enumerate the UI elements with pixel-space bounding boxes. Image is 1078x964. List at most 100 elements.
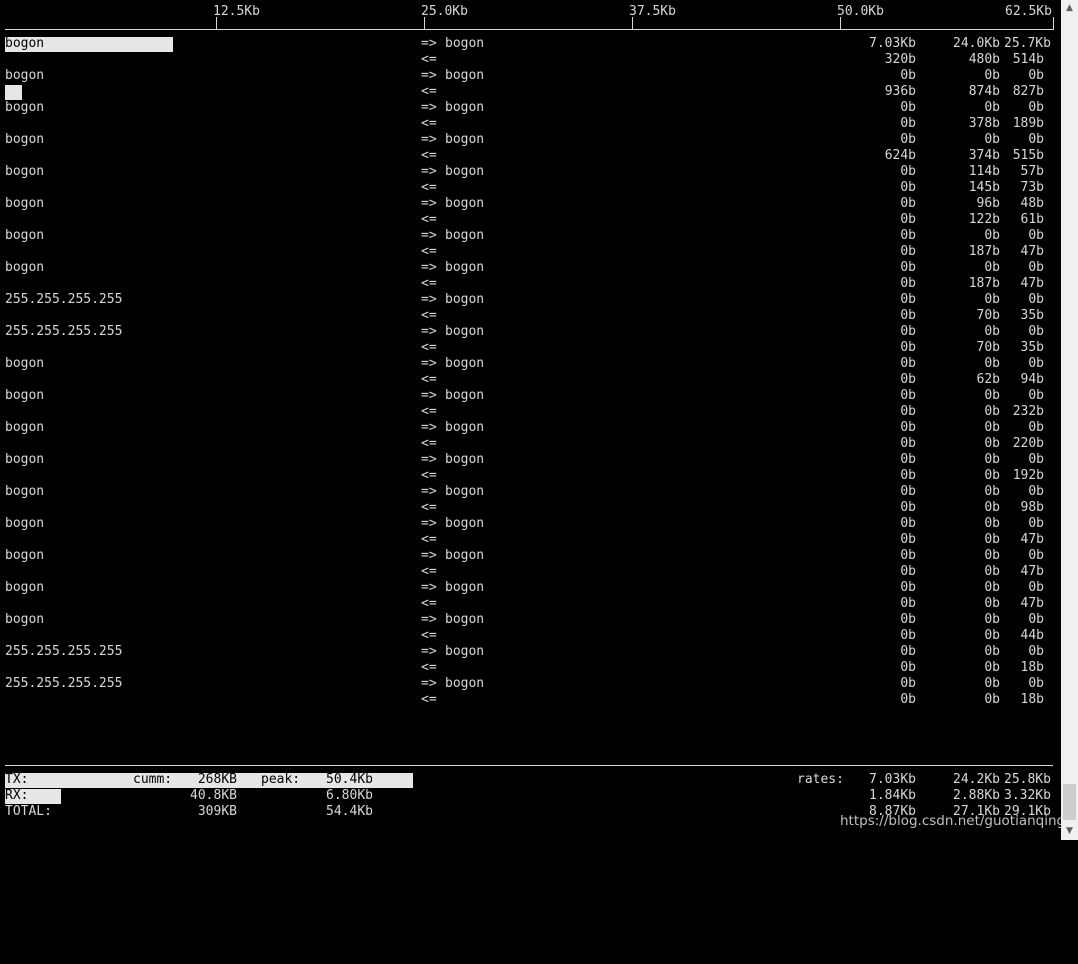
summary-separator xyxy=(5,765,1053,766)
in-rate-2s: 0b xyxy=(900,596,916,611)
out-rate-40s: 57b xyxy=(1020,164,1044,179)
in-rate-40s: 232b xyxy=(1012,404,1044,419)
in-rate-2s: 0b xyxy=(900,468,916,483)
in-rate-10s: 0b xyxy=(984,596,1000,611)
connection-out-row: bogon => bogon 0b 96b 48b xyxy=(0,196,1060,212)
destination-host: bogon xyxy=(445,132,485,147)
direction-in: <= xyxy=(421,84,437,99)
rx-rate-40s: 3.32Kb xyxy=(1004,788,1051,803)
direction-out: => xyxy=(421,612,437,627)
in-rate-10s: 187b xyxy=(968,244,1000,259)
bandwidth-scale: 12.5Kb 25.0Kb 37.5Kb 50.0Kb 62.5Kb xyxy=(0,0,1078,32)
in-rate-2s: 0b xyxy=(900,212,916,227)
out-rate-2s: 7.03Kb xyxy=(869,36,916,51)
connection-in-row: <= 0b 0b 44b xyxy=(0,628,1060,644)
in-rate-10s: 70b xyxy=(976,340,1000,355)
out-rate-40s: 0b xyxy=(1028,452,1044,467)
connection-out-row: bogon => bogon 0b 0b 0b xyxy=(0,580,1060,596)
in-rate-40s: 47b xyxy=(1020,596,1044,611)
destination-host: bogon xyxy=(445,420,485,435)
in-rate-10s: 874b xyxy=(968,84,1000,99)
in-rate-10s: 0b xyxy=(984,532,1000,547)
scroll-up-arrow-icon[interactable]: ▲ xyxy=(1061,0,1078,17)
source-host: bogon xyxy=(5,484,45,499)
source-host: 255.255.255.255 xyxy=(5,324,123,339)
connection-in-row: <= 0b 145b 73b xyxy=(0,180,1060,196)
destination-host: bogon xyxy=(445,580,485,595)
source-host: bogon xyxy=(5,164,45,179)
out-rate-10s: 0b xyxy=(984,260,1000,275)
out-rate-2s: 0b xyxy=(900,356,916,371)
rx-rate-2s: 1.84Kb xyxy=(869,788,916,803)
destination-host: bogon xyxy=(445,292,485,307)
direction-in: <= xyxy=(421,180,437,195)
out-rate-2s: 0b xyxy=(900,548,916,563)
blog-watermark: https://blog.csdn.net/guotianqing xyxy=(840,813,1066,829)
out-rate-2s: 0b xyxy=(900,324,916,339)
in-rate-2s: 0b xyxy=(900,628,916,643)
direction-in: <= xyxy=(421,52,437,67)
out-rate-10s: 0b xyxy=(984,484,1000,499)
in-rate-10s: 70b xyxy=(976,308,1000,323)
iftop-terminal: 12.5Kb 25.0Kb 37.5Kb 50.0Kb 62.5Kb bogon… xyxy=(0,0,1078,840)
direction-out: => xyxy=(421,324,437,339)
out-rate-10s: 0b xyxy=(984,644,1000,659)
in-rate-40s: 47b xyxy=(1020,564,1044,579)
connection-in-row: <= 0b 122b 61b xyxy=(0,212,1060,228)
in-rate-40s: 47b xyxy=(1020,532,1044,547)
connection-out-row: bogon => bogon 0b 0b 0b xyxy=(0,484,1060,500)
source-host: bogon xyxy=(5,388,45,403)
in-rate-40s: 73b xyxy=(1020,180,1044,195)
out-rate-40s: 0b xyxy=(1028,580,1044,595)
in-rate-10s: 187b xyxy=(968,276,1000,291)
out-rate-10s: 0b xyxy=(984,452,1000,467)
direction-in: <= xyxy=(421,468,437,483)
out-rate-2s: 0b xyxy=(900,420,916,435)
in-rate-40s: 35b xyxy=(1020,308,1044,323)
source-host: bogon xyxy=(5,132,45,147)
vertical-scrollbar[interactable]: ▲ ▼ xyxy=(1061,0,1078,840)
source-host: bogon xyxy=(5,196,45,211)
direction-out: => xyxy=(421,644,437,659)
destination-host: bogon xyxy=(445,68,485,83)
tx-summary-row: TX: cumm: 268KB peak: 50.4Kb rates: 7.03… xyxy=(0,772,1078,788)
out-rate-2s: 0b xyxy=(900,516,916,531)
source-host: bogon xyxy=(5,228,45,243)
out-rate-10s: 0b xyxy=(984,228,1000,243)
in-rate-40s: 18b xyxy=(1020,692,1044,707)
out-rate-40s: 0b xyxy=(1028,548,1044,563)
connection-in-row: <= 0b 62b 94b xyxy=(0,372,1060,388)
totals-summary: TX: cumm: 268KB peak: 50.4Kb rates: 7.03… xyxy=(0,772,1078,840)
out-rate-10s: 0b xyxy=(984,420,1000,435)
scroll-down-arrow-icon[interactable]: ▼ xyxy=(1061,823,1078,840)
source-host: bogon xyxy=(5,580,45,595)
in-rate-2s: 624b xyxy=(884,148,916,163)
out-rate-40s: 0b xyxy=(1028,68,1044,83)
out-rate-10s: 0b xyxy=(984,100,1000,115)
rx-cumm-value: 40.8KB xyxy=(190,788,237,803)
connection-in-row: <= 0b 0b 47b xyxy=(0,596,1060,612)
connection-out-row: bogon => bogon 0b 0b 0b xyxy=(0,100,1060,116)
out-rate-10s: 24.0Kb xyxy=(953,36,1000,51)
in-rate-40s: 192b xyxy=(1012,468,1044,483)
direction-out: => xyxy=(421,36,437,51)
in-rate-2s: 0b xyxy=(900,372,916,387)
out-rate-2s: 0b xyxy=(900,644,916,659)
connection-in-row: <= 0b 0b 98b xyxy=(0,500,1060,516)
connection-out-row: bogon => bogon 0b 0b 0b xyxy=(0,452,1060,468)
scroll-thumb[interactable] xyxy=(1063,784,1076,820)
in-rate-10s: 0b xyxy=(984,404,1000,419)
in-rate-2s: 936b xyxy=(884,84,916,99)
direction-in: <= xyxy=(421,404,437,419)
direction-out: => xyxy=(421,68,437,83)
connection-in-row: <= 0b 0b 47b xyxy=(0,564,1060,580)
connection-out-row: bogon => bogon 0b 0b 0b xyxy=(0,260,1060,276)
out-rate-40s: 0b xyxy=(1028,292,1044,307)
in-rate-10s: 378b xyxy=(968,116,1000,131)
direction-out: => xyxy=(421,420,437,435)
direction-in: <= xyxy=(421,500,437,515)
destination-host: bogon xyxy=(445,36,485,51)
in-rate-2s: 0b xyxy=(900,500,916,515)
connection-out-row: bogon => bogon 0b 0b 0b xyxy=(0,612,1060,628)
destination-host: bogon xyxy=(445,164,485,179)
